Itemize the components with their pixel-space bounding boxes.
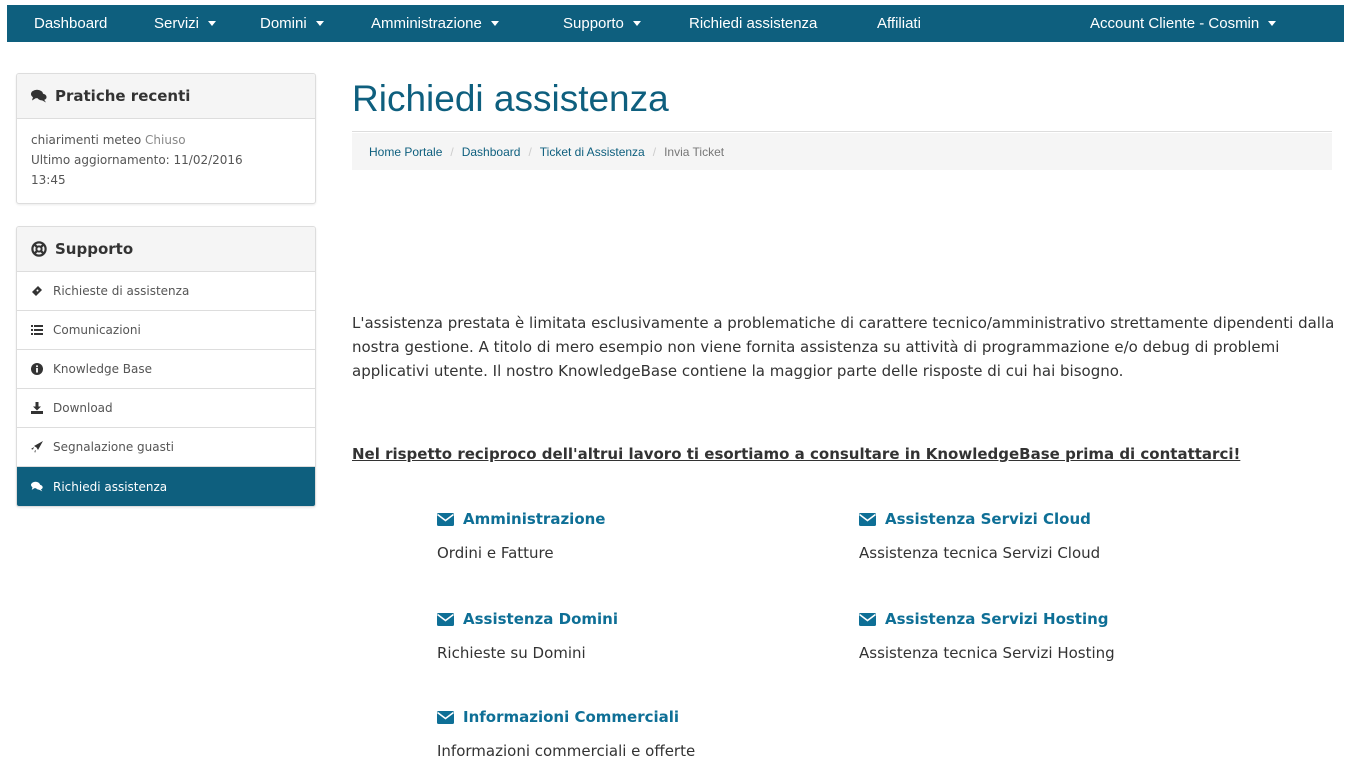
nav-supporto-label: Supporto: [563, 15, 624, 32]
department-link[interactable]: Assistenza Servizi Hosting: [859, 608, 1239, 630]
sidebar-item-comunicazioni[interactable]: Comunicazioni: [17, 311, 315, 350]
sidebar-item-label: Richieste di assistenza: [53, 284, 190, 298]
envelope-icon: [437, 612, 454, 626]
download-icon: [31, 402, 43, 414]
nav-affiliati[interactable]: Affiliati: [877, 5, 921, 42]
department-link[interactable]: Informazioni Commerciali: [437, 706, 817, 728]
knowledgebase-notice: Nel rispetto reciproco dell'altrui lavor…: [352, 445, 1241, 463]
department-name[interactable]: Assistenza Servizi Cloud: [885, 510, 1091, 528]
envelope-icon: [437, 710, 454, 724]
sidebar-item-label: Richiedi assistenza: [53, 479, 168, 494]
recent-tickets-title: Pratiche recenti: [55, 87, 191, 105]
recent-ticket-status: Chiuso: [145, 133, 186, 147]
recent-ticket-subject[interactable]: chiarimenti meteo: [31, 133, 141, 147]
sidebar-item-label: Segnalazione guasti: [53, 440, 174, 454]
title-divider: [352, 131, 1332, 132]
sidebar-item-richiedi-assistenza[interactable]: Richiedi assistenza: [17, 467, 315, 506]
caret-down-icon: [208, 20, 217, 26]
sidebar-item-label: Comunicazioni: [53, 323, 141, 337]
sidebar-item-label: Knowledge Base: [53, 362, 152, 376]
support-panel: Supporto Richieste di assistenza Comunic…: [16, 226, 316, 507]
nav-account-label: Account Cliente - Cosmin: [1090, 15, 1260, 32]
breadcrumb-home[interactable]: Home Portale: [369, 145, 442, 159]
sidebar-item-label: Download: [53, 401, 113, 415]
department-link[interactable]: Assistenza Domini: [437, 608, 817, 630]
sidebar-item-knowledge-base[interactable]: Knowledge Base: [17, 350, 315, 389]
recent-tickets-heading: Pratiche recenti: [17, 74, 315, 119]
nav-richiedi-label: Richiedi assistenza: [689, 15, 818, 32]
comments-icon: [31, 481, 43, 493]
nav-richiedi-assistenza[interactable]: Richiedi assistenza: [689, 5, 817, 42]
nav-dashboard[interactable]: Dashboard: [34, 5, 107, 42]
department-servizi-hosting: Assistenza Servizi Hosting Assistenza te…: [859, 608, 1239, 662]
list-icon: [31, 324, 43, 336]
rocket-icon: [31, 441, 43, 453]
department-description: Assistenza tecnica Servizi Cloud: [859, 544, 1101, 562]
caret-down-icon: [632, 20, 641, 26]
breadcrumb: Home Portale / Dashboard / Ticket di Ass…: [352, 133, 1332, 170]
department-informazioni-commerciali: Informazioni Commerciali Informazioni co…: [437, 706, 817, 760]
nav-affiliati-label: Affiliati: [877, 15, 921, 32]
breadcrumb-separator: /: [528, 144, 532, 159]
breadcrumb-separator: /: [652, 144, 657, 159]
caret-down-icon: [490, 20, 499, 26]
nav-supporto[interactable]: Supporto: [563, 5, 641, 42]
department-description: Assistenza tecnica Servizi Hosting: [859, 644, 1115, 662]
envelope-icon: [859, 612, 876, 626]
department-name[interactable]: Informazioni Commerciali: [463, 708, 679, 726]
nav-amministrazione-label: Amministrazione: [371, 15, 482, 32]
department-link[interactable]: Amministrazione: [437, 508, 817, 530]
department-domini: Assistenza Domini Richieste su Domini: [437, 608, 817, 662]
nav-amministrazione[interactable]: Amministrazione: [371, 5, 499, 42]
envelope-icon: [859, 512, 876, 526]
recent-tickets-panel: Pratiche recenti chiarimenti meteo Chius…: [16, 73, 316, 204]
sidebar-item-richieste[interactable]: Richieste di assistenza: [17, 272, 315, 311]
info-circle-icon: [31, 363, 43, 375]
breadcrumb-current: Invia Ticket: [664, 144, 725, 159]
recent-ticket-time: 13:45: [31, 173, 66, 187]
life-ring-icon: [31, 241, 47, 257]
department-amministrazione: Amministrazione Ordini e Fatture: [437, 508, 817, 562]
comments-icon: [31, 88, 47, 104]
breadcrumb-separator: /: [450, 144, 454, 159]
nav-servizi-label: Servizi: [154, 15, 200, 32]
department-description: Richieste su Domini: [437, 644, 586, 662]
caret-down-icon: [1268, 20, 1277, 26]
nav-domini[interactable]: Domini: [260, 5, 324, 42]
sidebar-item-segnalazione-guasti[interactable]: Segnalazione guasti: [17, 428, 315, 467]
department-description: Ordini e Fatture: [437, 544, 554, 562]
page-title: Richiedi assistenza: [352, 78, 669, 119]
recent-ticket-updated: Ultimo aggiornamento: 11/02/2016: [31, 153, 243, 167]
nav-domini-label: Domini: [260, 15, 307, 32]
intro-text: L'assistenza prestata è limitata esclusi…: [352, 314, 1335, 380]
nav-servizi[interactable]: Servizi: [154, 5, 217, 42]
breadcrumb-tickets[interactable]: Ticket di Assistenza: [540, 145, 645, 159]
department-name[interactable]: Amministrazione: [463, 510, 605, 528]
sidebar-item-download[interactable]: Download: [17, 389, 315, 428]
department-link[interactable]: Assistenza Servizi Cloud: [859, 508, 1239, 530]
nav-dashboard-label: Dashboard: [34, 15, 108, 32]
breadcrumb-dashboard[interactable]: Dashboard: [462, 145, 521, 159]
nav-account-menu[interactable]: Account Cliente - Cosmin: [1090, 5, 1277, 42]
caret-down-icon: [315, 20, 324, 26]
support-heading: Supporto: [17, 227, 315, 272]
navbar-bar: Dashboard Servizi Domini Amministrazione…: [7, 5, 1344, 42]
department-name[interactable]: Assistenza Servizi Hosting: [885, 610, 1109, 628]
department-servizi-cloud: Assistenza Servizi Cloud Assistenza tecn…: [859, 508, 1239, 562]
ticket-icon: [31, 285, 43, 297]
department-name[interactable]: Assistenza Domini: [463, 610, 618, 628]
department-description: Informazioni commerciali e offerte: [437, 742, 696, 760]
envelope-icon: [437, 512, 454, 526]
top-navbar: Dashboard Servizi Domini Amministrazione…: [0, 0, 1351, 47]
recent-ticket-item[interactable]: chiarimenti meteo Chiuso Ultimo aggiorna…: [17, 119, 315, 201]
support-title: Supporto: [55, 240, 134, 258]
